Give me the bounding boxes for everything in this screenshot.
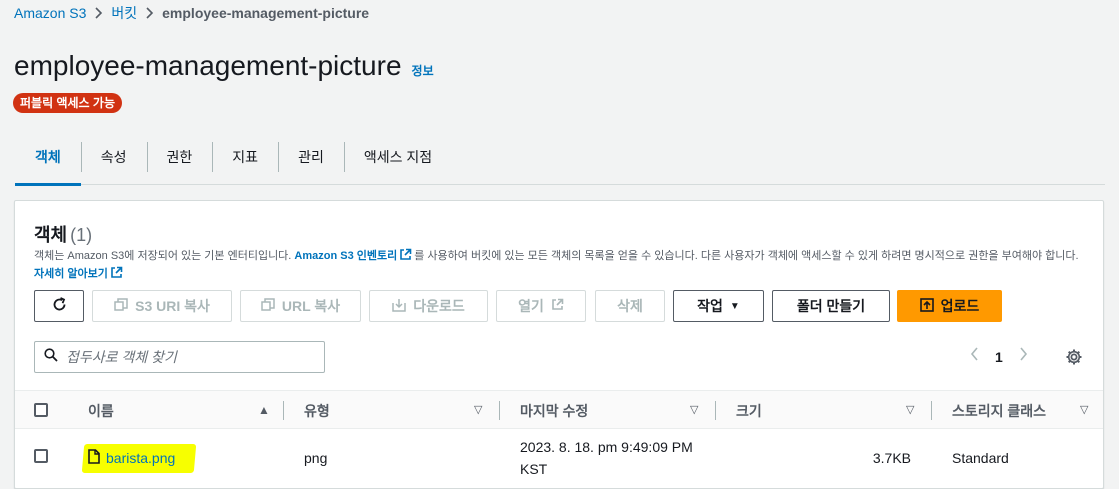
column-divider bbox=[931, 401, 932, 420]
search-icon bbox=[44, 347, 58, 367]
objects-table: 이름 ▲ 유형 ▽ 마지막 수정 ▽ 크기 ▽ 스토리지 클래스 ▽ baris… bbox=[15, 390, 1103, 486]
column-divider bbox=[499, 401, 500, 420]
tab-objects[interactable]: 객체 bbox=[15, 130, 81, 186]
page-title: employee-management-picture bbox=[14, 50, 402, 81]
column-header-storage-class[interactable]: 스토리지 클래스 bbox=[952, 391, 1046, 430]
upload-button[interactable]: 업로드 bbox=[897, 290, 1002, 322]
previous-page-icon[interactable] bbox=[970, 347, 979, 366]
size-cell: 3.7KB bbox=[872, 449, 911, 466]
tab-permissions[interactable]: 권한 bbox=[146, 130, 213, 185]
actions-dropdown[interactable]: 작업 ▼ bbox=[673, 290, 764, 322]
copy-icon bbox=[261, 297, 275, 315]
copy-url-button[interactable]: URL 복사 bbox=[240, 290, 361, 322]
actions-label: 작업 bbox=[697, 298, 723, 314]
tab-bar: 객체 속성 권한 지표 관리 액세스 지점 bbox=[15, 130, 1105, 186]
sort-icon[interactable]: ▽ bbox=[690, 403, 698, 416]
column-divider bbox=[715, 401, 716, 420]
copy-s3-uri-label: S3 URI 복사 bbox=[135, 298, 210, 314]
column-header-name[interactable]: 이름 bbox=[88, 391, 114, 430]
copy-s3-uri-button[interactable]: S3 URI 복사 bbox=[92, 290, 232, 322]
description-text-1: 객체는 Amazon S3에 저장되어 있는 기본 엔터티입니다. bbox=[34, 250, 295, 262]
name-cell: barista.png bbox=[88, 429, 175, 486]
sort-icon[interactable]: ▽ bbox=[474, 403, 482, 416]
create-folder-button[interactable]: 폴더 만들기 bbox=[772, 290, 890, 322]
open-label: 열기 bbox=[518, 298, 544, 314]
row-checkbox[interactable] bbox=[34, 449, 48, 463]
refresh-icon bbox=[51, 296, 68, 316]
objects-description: 객체는 Amazon S3에 저장되어 있는 기본 엔터티입니다. Amazon… bbox=[34, 248, 1089, 284]
table-header: 이름 ▲ 유형 ▽ 마지막 수정 ▽ 크기 ▽ 스토리지 클래스 ▽ bbox=[15, 390, 1103, 429]
type-cell: png bbox=[304, 449, 328, 466]
external-link-icon bbox=[110, 266, 123, 284]
last-modified-cell: 2023. 8. 18. pm 9:49:09 PM KST bbox=[520, 429, 693, 486]
external-link-icon bbox=[399, 248, 412, 266]
search-box bbox=[34, 341, 325, 373]
tab-management[interactable]: 관리 bbox=[278, 130, 344, 185]
upload-label: 업로드 bbox=[940, 298, 980, 314]
last-modified-timezone: KST bbox=[520, 460, 548, 477]
create-folder-label: 폴더 만들기 bbox=[796, 298, 866, 314]
upload-icon bbox=[919, 297, 934, 315]
breadcrumb-amazon-s3[interactable]: Amazon S3 bbox=[14, 5, 86, 21]
column-header-type[interactable]: 유형 bbox=[304, 391, 330, 430]
delete-button[interactable]: 삭제 bbox=[595, 290, 665, 322]
tab-metrics[interactable]: 지표 bbox=[212, 130, 278, 185]
object-name: barista.png bbox=[106, 449, 176, 466]
chevron-right-icon bbox=[145, 7, 154, 19]
last-modified-datetime: 2023. 8. 18. pm 9:49:09 PM bbox=[520, 438, 693, 455]
tab-access-points[interactable]: 액세스 지점 bbox=[343, 130, 452, 185]
page-header: employee-management-picture 정보 bbox=[14, 50, 434, 82]
download-label: 다운로드 bbox=[413, 298, 465, 314]
next-page-icon[interactable] bbox=[1019, 347, 1028, 366]
column-header-size[interactable]: 크기 bbox=[736, 391, 762, 430]
objects-panel: 객체 (1) 객체는 Amazon S3에 저장되어 있는 기본 엔터티입니다. … bbox=[14, 200, 1104, 489]
sort-icon[interactable]: ▽ bbox=[1080, 403, 1088, 416]
copy-url-label: URL 복사 bbox=[281, 298, 341, 314]
objects-count: (1) bbox=[70, 225, 93, 245]
delete-label: 삭제 bbox=[617, 298, 643, 314]
breadcrumb-current: employee-management-picture bbox=[162, 5, 370, 21]
storage-class-cell: Standard bbox=[952, 449, 1009, 466]
breadcrumb: Amazon S3 버킷 employee-management-picture bbox=[14, 4, 369, 22]
copy-icon bbox=[114, 297, 128, 315]
table-row: barista.png png 2023. 8. 18. pm 9:49:09 … bbox=[15, 429, 1103, 486]
current-page[interactable]: 1 bbox=[995, 349, 1003, 365]
column-header-last-modified[interactable]: 마지막 수정 bbox=[520, 391, 588, 430]
open-button[interactable]: 열기 bbox=[496, 290, 586, 322]
caret-down-icon: ▼ bbox=[729, 300, 740, 312]
tab-properties[interactable]: 속성 bbox=[80, 130, 147, 185]
pagination: 1 bbox=[970, 347, 1028, 366]
file-icon bbox=[88, 448, 100, 467]
public-access-badge: 퍼블릭 액세스 가능 bbox=[13, 93, 122, 113]
column-divider bbox=[283, 401, 284, 420]
download-button[interactable]: 다운로드 bbox=[369, 290, 488, 322]
sort-icon[interactable]: ▽ bbox=[906, 403, 914, 416]
learn-more-link[interactable]: 자세히 알아보기 bbox=[34, 268, 108, 280]
external-link-icon bbox=[551, 298, 564, 314]
search-input[interactable] bbox=[66, 349, 316, 365]
objects-title: 객체 bbox=[34, 225, 68, 245]
select-all-checkbox[interactable] bbox=[34, 403, 48, 417]
inventory-link[interactable]: Amazon S3 인벤토리 bbox=[294, 250, 397, 262]
object-link[interactable]: barista.png bbox=[88, 448, 176, 467]
download-icon bbox=[392, 298, 406, 315]
description-text-2: 를 사용하여 버킷에 있는 모든 객체의 목록을 얻을 수 있습니다. 다른 사… bbox=[414, 250, 1079, 262]
objects-heading: 객체 (1) bbox=[34, 221, 92, 247]
settings-gear-icon[interactable] bbox=[1065, 348, 1083, 371]
info-link[interactable]: 정보 bbox=[412, 62, 434, 79]
refresh-button[interactable] bbox=[34, 290, 84, 322]
chevron-right-icon bbox=[94, 7, 103, 19]
breadcrumb-buckets[interactable]: 버킷 bbox=[111, 3, 137, 23]
sort-ascending-icon[interactable]: ▲ bbox=[258, 403, 270, 417]
